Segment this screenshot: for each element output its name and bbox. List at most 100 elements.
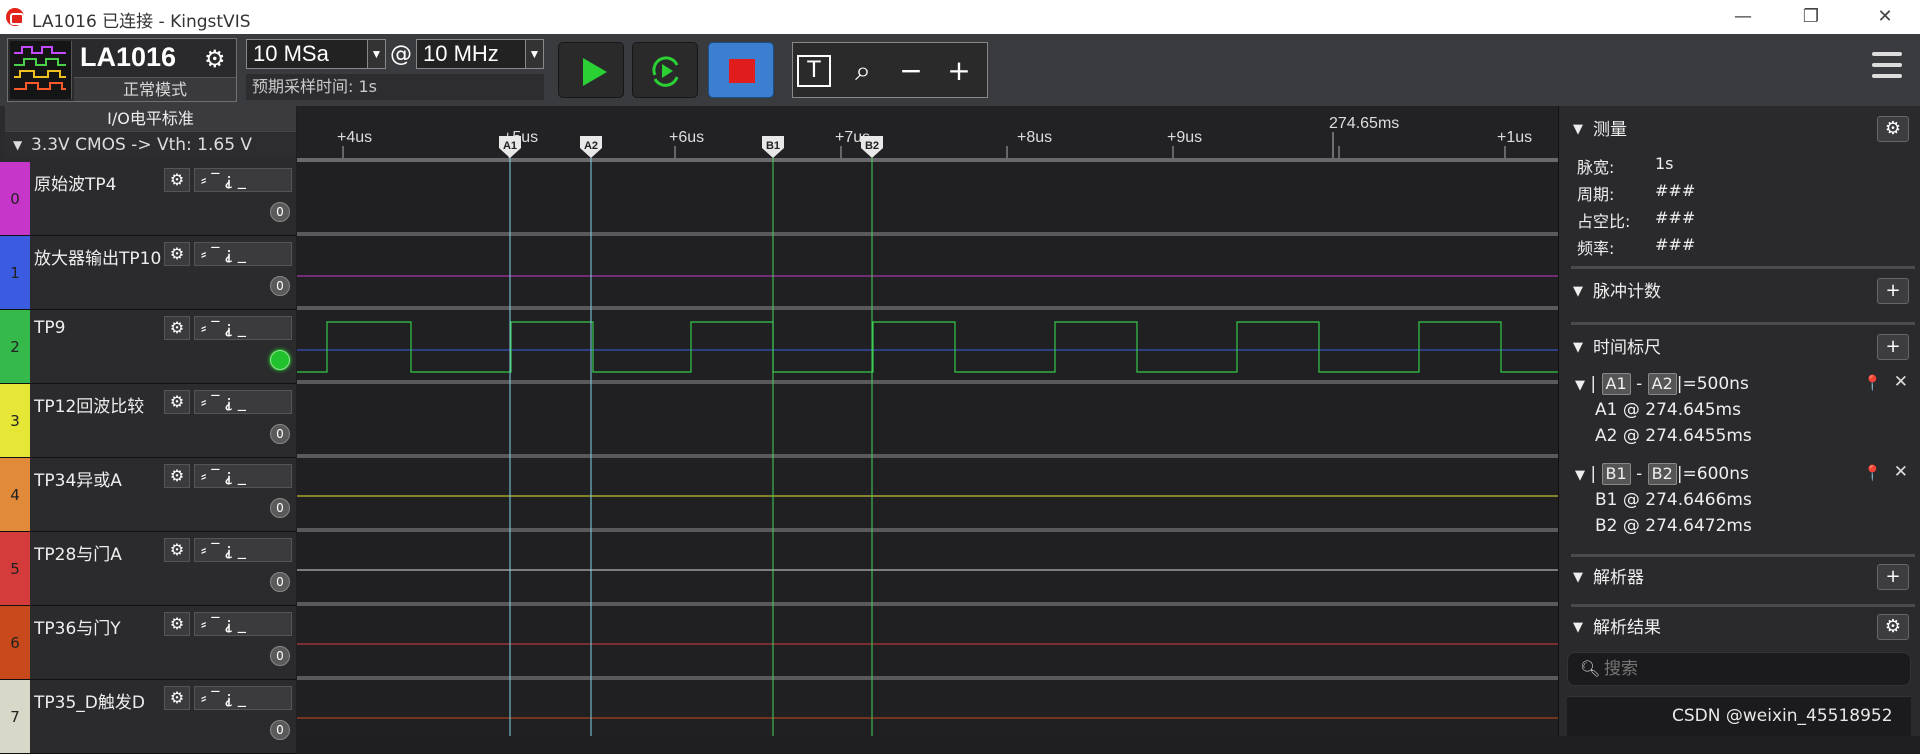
channel-name[interactable]: TP12回波比较: [34, 392, 164, 417]
channel-name[interactable]: TP36与门Y: [34, 614, 164, 639]
channel-row[interactable]: 2 TP9 ⚙ ⸗‾⸘_: [0, 310, 296, 384]
pulse-count-section-header[interactable]: 脉冲计数 +: [1571, 278, 1915, 306]
zoom-out-icon[interactable]: −: [891, 53, 931, 89]
trigger-mode-buttons[interactable]: ⸗‾⸘_: [194, 390, 292, 414]
marker-tag: B1: [1601, 463, 1631, 485]
lane-bg: [297, 162, 1558, 236]
channel-name[interactable]: 放大器输出TP10: [34, 244, 164, 269]
add-pulse-count-button[interactable]: +: [1877, 278, 1909, 304]
delete-marker-icon[interactable]: ✕: [1894, 462, 1908, 482]
lane-bg: [297, 458, 1558, 532]
channel-color-strip[interactable]: 3: [0, 384, 30, 457]
measure-key: 频率:: [1577, 239, 1615, 258]
marker-tag: B2: [1647, 463, 1677, 485]
measure-row: 脉宽: 1s: [1577, 154, 1674, 178]
section-divider: [1571, 266, 1915, 269]
waveform-area[interactable]: +4us+5us+6us+7us+8us+9us+1us274.65msA1A2…: [297, 106, 1558, 736]
pin-icon[interactable]: 📍: [1863, 374, 1882, 392]
section-divider: [1571, 554, 1915, 557]
channel-color-strip[interactable]: 0: [0, 162, 30, 235]
io-standard-select[interactable]: 3.3V CMOS -> Vth: 1.65 V: [5, 133, 296, 158]
trigger-mode-buttons[interactable]: ⸗‾⸘_: [194, 538, 292, 562]
result-settings-gear-icon[interactable]: ⚙: [1877, 614, 1909, 640]
channel-settings-gear-icon[interactable]: ⚙: [164, 538, 190, 562]
time-ruler-section-header[interactable]: 时间标尺 +: [1571, 334, 1915, 362]
loop-start-button[interactable]: [632, 42, 698, 98]
analyzer-section-header[interactable]: 解析器 +: [1571, 564, 1915, 592]
hamburger-menu-icon[interactable]: [1872, 52, 1902, 88]
collapse-arrow-icon[interactable]: ▼: [1575, 468, 1585, 483]
device-settings-gear-icon[interactable]: ⚙: [204, 45, 226, 73]
main-toolbar: LA1016 ⚙ 正常模式 10 MSa ▼ @ 10 MHz ▼ 预期采样时间…: [0, 34, 1920, 106]
time-ruler-baseline: [297, 158, 1558, 162]
channel-color-strip[interactable]: 5: [0, 532, 30, 605]
zoom-in-icon[interactable]: +: [939, 53, 979, 89]
maximize-button[interactable]: ❐: [1788, 4, 1834, 30]
channel-row[interactable]: 0 原始波TP4 ⚙ ⸗‾⸘_ 0: [0, 162, 296, 236]
measure-title: 测量: [1593, 120, 1627, 140]
lane-separator: [297, 306, 1558, 310]
channel-row[interactable]: 7 TP35_D触发D ⚙ ⸗‾⸘_ 0: [0, 680, 296, 754]
add-analyzer-button[interactable]: +: [1877, 564, 1909, 590]
stop-button[interactable]: [708, 42, 774, 98]
sample-depth-select[interactable]: 10 MSa ▼: [246, 39, 386, 69]
delete-marker-icon[interactable]: ✕: [1894, 372, 1908, 392]
trigger-mode-buttons[interactable]: ⸗‾⸘_: [194, 168, 292, 192]
trigger-mode-buttons[interactable]: ⸗‾⸘_: [194, 242, 292, 266]
channel-name[interactable]: TP9: [34, 318, 164, 338]
sample-rate-select[interactable]: 10 MHz ▼: [416, 39, 544, 69]
waveform-canvas[interactable]: +4us+5us+6us+7us+8us+9us+1us274.65msA1A2…: [297, 106, 1558, 736]
channel-color-strip[interactable]: 4: [0, 458, 30, 531]
channel-state-badge: 0: [270, 276, 290, 296]
channel-name[interactable]: TP34异或A: [34, 466, 164, 491]
channel-settings-gear-icon[interactable]: ⚙: [164, 390, 190, 414]
channel-settings-gear-icon[interactable]: ⚙: [164, 168, 190, 192]
channel-row[interactable]: 6 TP36与门Y ⚙ ⸗‾⸘_ 0: [0, 606, 296, 680]
channel-number: 3: [10, 412, 20, 430]
chevron-down-icon: ▼: [367, 40, 385, 68]
start-button[interactable]: [558, 42, 624, 98]
zoom-fit-icon[interactable]: ⌕: [843, 53, 883, 89]
channel-row[interactable]: 5 TP28与门A ⚙ ⸗‾⸘_ 0: [0, 532, 296, 606]
search-input[interactable]: [1604, 657, 1894, 681]
minimize-button[interactable]: —: [1720, 4, 1766, 30]
result-search[interactable]: 🔍︎: [1567, 652, 1911, 686]
channel-settings-gear-icon[interactable]: ⚙: [164, 316, 190, 340]
measure-row: 占空比: ###: [1577, 208, 1695, 232]
close-button[interactable]: ✕: [1862, 4, 1908, 30]
channel-color-strip[interactable]: 1: [0, 236, 30, 309]
channel-color-strip[interactable]: 2: [0, 310, 30, 383]
pin-icon[interactable]: 📍: [1863, 464, 1882, 482]
lane-separator: [297, 380, 1558, 384]
channel-color-strip[interactable]: 6: [0, 606, 30, 679]
loop-play-icon: [652, 56, 679, 87]
window-title: LA1016 已连接 - KingstVIS: [32, 12, 251, 32]
channel-row[interactable]: 4 TP34异或A ⚙ ⸗‾⸘_ 0: [0, 458, 296, 532]
lane-separator: [297, 528, 1558, 532]
channel-name[interactable]: TP28与门A: [34, 540, 164, 565]
channel-settings-gear-icon[interactable]: ⚙: [164, 242, 190, 266]
channel-number: 5: [10, 560, 20, 578]
channel-color-strip[interactable]: 7: [0, 680, 30, 753]
channel-state-badge: 0: [270, 498, 290, 518]
text-tool-icon[interactable]: T: [797, 55, 831, 87]
measure-section-header[interactable]: 测量 ⚙: [1571, 116, 1915, 144]
trigger-mode-buttons[interactable]: ⸗‾⸘_: [194, 686, 292, 710]
channel-settings-gear-icon[interactable]: ⚙: [164, 464, 190, 488]
channel-name[interactable]: 原始波TP4: [34, 170, 164, 195]
device-mode-label[interactable]: 正常模式: [74, 77, 236, 101]
trigger-mode-buttons[interactable]: ⸗‾⸘_: [194, 316, 292, 340]
channel-settings-gear-icon[interactable]: ⚙: [164, 612, 190, 636]
result-section-header[interactable]: 解析结果 ⚙: [1571, 614, 1915, 642]
trigger-mode-buttons[interactable]: ⸗‾⸘_: [194, 464, 292, 488]
channel-state-badge: 0: [270, 720, 290, 740]
channel-row[interactable]: 1 放大器输出TP10 ⚙ ⸗‾⸘_ 0: [0, 236, 296, 310]
channel-name[interactable]: TP35_D触发D: [34, 688, 164, 713]
device-waveform-icon[interactable]: [10, 41, 72, 99]
trigger-mode-buttons[interactable]: ⸗‾⸘_: [194, 612, 292, 636]
channel-settings-gear-icon[interactable]: ⚙: [164, 686, 190, 710]
add-time-ruler-button[interactable]: +: [1877, 334, 1909, 360]
collapse-arrow-icon[interactable]: ▼: [1575, 378, 1585, 393]
channel-row[interactable]: 3 TP12回波比较 ⚙ ⸗‾⸘_ 0: [0, 384, 296, 458]
measure-settings-gear-icon[interactable]: ⚙: [1877, 116, 1909, 142]
